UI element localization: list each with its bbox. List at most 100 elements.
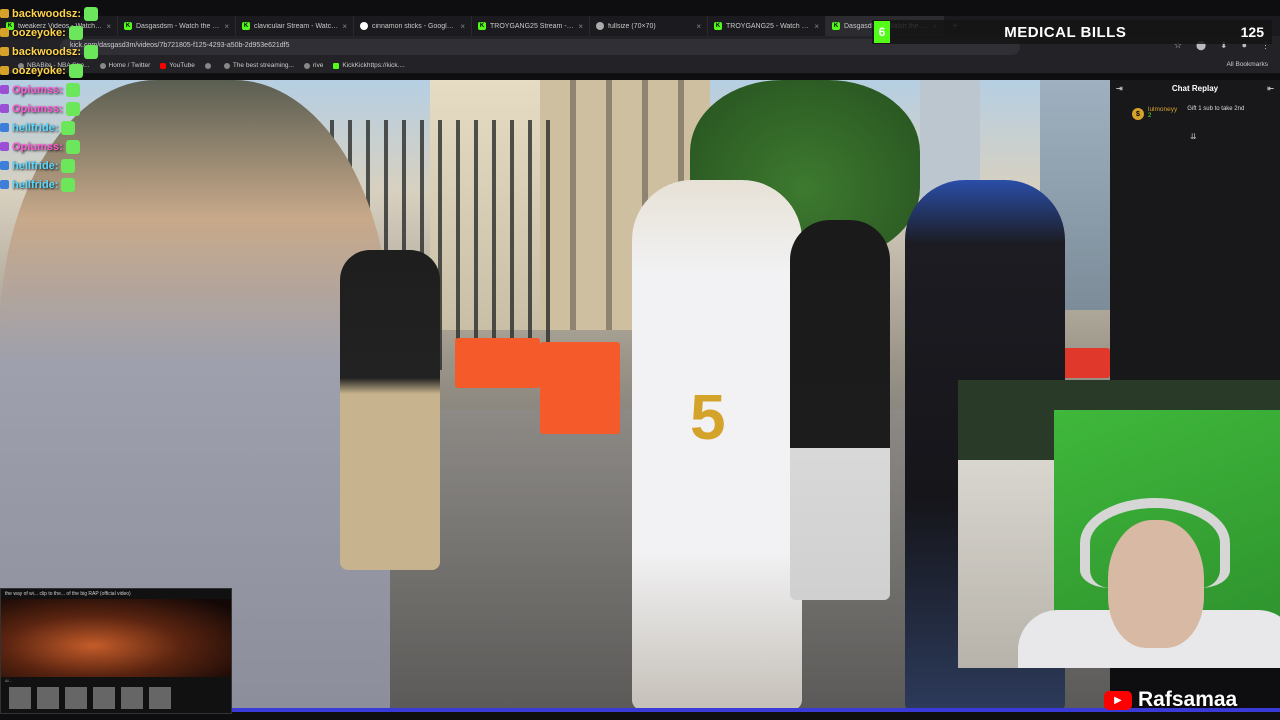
- close-tab-icon[interactable]: ×: [578, 22, 583, 31]
- emote-icon: [65, 82, 80, 97]
- browser-tab[interactable]: Kclaviculair Stream - Watch Live ... ×: [236, 16, 354, 36]
- bookmarks-bar: NBABite - NBA Stre... Home / Twitter YouTu…: [0, 58, 1280, 74]
- scroll-down-icon[interactable]: ⇊: [1190, 132, 1197, 141]
- collapse-icon[interactable]: ⇥: [1116, 84, 1123, 93]
- chat-username: backwoodsz:: [12, 45, 82, 58]
- person-black-hoodie: [790, 220, 890, 600]
- chat-line: oozeyoke:: [0, 23, 160, 42]
- thumbnail[interactable]: [37, 687, 59, 709]
- globe-icon: [303, 62, 310, 69]
- mini-player-video[interactable]: [1, 599, 231, 677]
- orange-barrier: [455, 338, 540, 388]
- chat-badge-icon: [0, 180, 9, 189]
- youtube-icon: ▶: [1104, 690, 1132, 710]
- chat-line: backwoodsz:: [0, 4, 160, 23]
- chat-overlay: backwoodsz: oozeyoke: backwoodsz: oozeyoke:…: [0, 4, 160, 194]
- close-tab-icon[interactable]: ×: [696, 22, 701, 31]
- mini-player[interactable]: the way of wi... clip to the... of the b…: [0, 588, 232, 714]
- chat-replay-header: ⇥ Chat Replay ⇤: [1110, 80, 1280, 96]
- thumbnail[interactable]: [93, 687, 115, 709]
- jersey-number: 5: [690, 381, 726, 453]
- all-bookmarks-button[interactable]: All Bookmarks: [1226, 61, 1268, 68]
- chat-badge-icon: [0, 161, 9, 170]
- emote-icon: [84, 6, 99, 21]
- mini-player-title: the way of wi... clip to the... of the b…: [5, 591, 131, 597]
- chat-badge-icon: [0, 142, 9, 151]
- chat-replay-text: Gift 1 sub to take 2nd: [1187, 106, 1245, 112]
- thumbnail[interactable]: [149, 687, 171, 709]
- chat-username: Opiumss:: [12, 83, 63, 96]
- emote-icon: [68, 63, 83, 78]
- youtube-watermark: ▶ Rafsamaa: [1104, 688, 1237, 712]
- browser-tab[interactable]: K TROYGANG25 Stream - Watch ...×: [472, 16, 590, 36]
- chat-badge-icon: [0, 66, 9, 75]
- mini-player-caption: Al...: [5, 678, 12, 683]
- chat-replay-username[interactable]: lulmoneyy: [1148, 106, 1177, 113]
- kick-icon: K: [242, 22, 250, 30]
- emote-icon: [61, 158, 76, 173]
- bookmark-item[interactable]: YouTube: [160, 62, 195, 69]
- tab-title: TROYGANG25 - Watch clips o...: [726, 22, 810, 30]
- bookmark-label: YouTube: [169, 62, 195, 69]
- chat-username: oozeyoke:: [12, 64, 66, 77]
- chat-badge-icon: [0, 85, 9, 94]
- globe-icon: [223, 62, 230, 69]
- browser-tab[interactable]: fullsize (70×70) ×: [590, 16, 708, 36]
- chat-username: oozeyoke:: [12, 26, 66, 39]
- chat-line: Opiumss:: [0, 99, 160, 118]
- bookmark-label: rive: [312, 62, 324, 69]
- emote-icon: [61, 177, 76, 192]
- chat-line: oozeyoke:: [0, 61, 160, 80]
- bookmark-label: The best streaming...: [232, 62, 294, 69]
- gift-badge-icon: $: [1132, 108, 1144, 120]
- chat-replay-badge: 2: [1148, 113, 1152, 119]
- banner-count: 125: [1240, 24, 1264, 40]
- kick-icon: K: [714, 22, 722, 30]
- chat-username: Opiumss:: [12, 102, 63, 115]
- chat-line: hellfride:: [0, 175, 160, 194]
- chat-badge-icon: [0, 104, 9, 113]
- tab-title: claviculair Stream - Watch Live ...: [254, 22, 338, 30]
- bookmark-item[interactable]: The best streaming...: [223, 62, 294, 69]
- bookmark-label: KickKickhttps://kick....: [342, 62, 405, 69]
- chat-line: Opiumss:: [0, 80, 160, 99]
- emote-icon: [84, 44, 99, 59]
- chat-badge-icon: [0, 28, 9, 37]
- chat-badge-icon: [0, 47, 9, 56]
- banner-badge: 6: [874, 21, 890, 43]
- chat-badge-icon: [0, 123, 9, 132]
- chat-username: hellfride:: [12, 159, 59, 172]
- orange-barrier: [540, 342, 620, 434]
- browser-tab[interactable]: cinnamon sticks - Google Sear... ×: [354, 16, 472, 36]
- banner-title: MEDICAL BILLS: [1004, 23, 1127, 41]
- chat-line: Opiumss:: [0, 137, 160, 156]
- tab-title: TROYGANG25 Stream - Watch ...: [490, 22, 575, 30]
- thumbnail[interactable]: [9, 687, 31, 709]
- expand-icon[interactable]: ⇤: [1267, 84, 1274, 93]
- globe-icon: [204, 62, 211, 69]
- kick-icon: K: [478, 22, 486, 30]
- bookmark-item[interactable]: [204, 62, 214, 69]
- chat-username: hellfride:: [12, 178, 59, 191]
- emote-icon: [68, 25, 83, 40]
- kick-icon: [333, 62, 340, 69]
- headset: [1080, 498, 1230, 588]
- thumbnail[interactable]: [121, 687, 143, 709]
- chat-username: hellfride:: [12, 121, 59, 134]
- globe-icon: [596, 22, 604, 30]
- close-tab-icon[interactable]: ×: [460, 22, 465, 31]
- channel-name: Rafsamaa: [1138, 688, 1238, 711]
- bookmark-item[interactable]: rive: [303, 62, 324, 69]
- close-tab-icon[interactable]: ×: [342, 22, 347, 31]
- chat-line: hellfride:: [0, 118, 160, 137]
- thumbnail[interactable]: [65, 687, 87, 709]
- emote-icon: [65, 139, 80, 154]
- tab-title: cinnamon sticks - Google Sear...: [372, 22, 456, 30]
- emote-icon: [61, 120, 76, 135]
- close-tab-icon[interactable]: ×: [814, 22, 819, 31]
- browser-tab[interactable]: K TROYGANG25 - Watch clips o... ×: [708, 16, 826, 36]
- close-tab-icon[interactable]: ×: [224, 22, 229, 31]
- kick-icon: K: [832, 22, 840, 30]
- streamer-webcam: [958, 380, 1280, 668]
- bookmark-item[interactable]: KickKickhttps://kick....: [333, 62, 405, 69]
